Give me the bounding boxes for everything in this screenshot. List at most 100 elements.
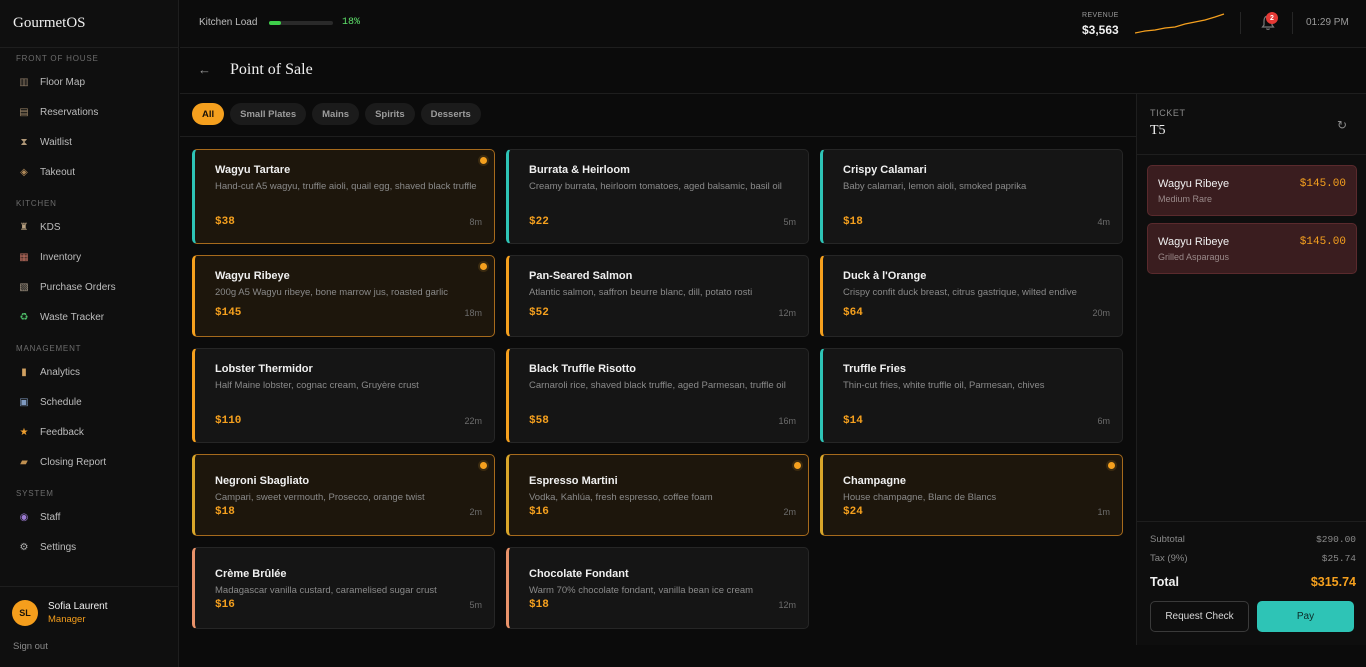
ticket-panel: TICKET T5 ↻ Wagyu Ribeye Medium Rare $145.… xyxy=(1136,94,1366,645)
menu-item-card[interactable]: Pan-Seared Salmon Atlantic salmon, saffro… xyxy=(506,255,809,337)
back-arrow-icon[interactable]: ← xyxy=(198,62,211,77)
sidebar-item-label: KDS xyxy=(40,221,61,233)
sidebar-item-label: Takeout xyxy=(40,166,76,178)
menu-item-card[interactable]: Chocolate Fondant Warm 70% chocolate fond… xyxy=(506,547,809,629)
clipboard-icon: ▤ xyxy=(19,106,29,118)
sidebar-item-label: Floor Map xyxy=(40,76,86,88)
chart-icon: ▮ xyxy=(21,366,27,378)
menu-item-name: Black Truffle Risotto xyxy=(529,363,636,375)
gear-icon: ⚙ xyxy=(19,541,29,553)
in-ticket-indicator-icon xyxy=(480,263,487,270)
menu-item-card[interactable]: Wagyu Tartare Hand-cut A5 wagyu, truffle … xyxy=(192,149,495,244)
sidebar-item-reservations[interactable]: ▤ Reservations xyxy=(0,97,178,127)
menu-item-card[interactable]: Wagyu Ribeye 200g A5 Wagyu ribeye, bone m… xyxy=(192,255,495,337)
ticket-line-item[interactable]: Wagyu Ribeye Medium Rare $145.00 xyxy=(1147,165,1357,216)
sidebar-item-floor-map[interactable]: ▥ Floor Map xyxy=(0,67,178,97)
prep-time: 22m xyxy=(464,416,482,426)
line-item-price: $145.00 xyxy=(1299,178,1346,190)
in-ticket-indicator-icon xyxy=(480,157,487,164)
sidebar-item-takeout[interactable]: ◈ Takeout xyxy=(0,157,178,187)
menu-item-name: Truffle Fries xyxy=(843,363,906,375)
prep-time: 5m xyxy=(783,217,796,227)
request-check-button[interactable]: Request Check xyxy=(1150,601,1249,632)
top-bar: Kitchen Load 18% REVENUE $3,563 2 01:29 … xyxy=(180,0,1366,48)
menu-item-price: $16 xyxy=(529,506,549,518)
prep-time: 5m xyxy=(469,600,482,610)
filter-chip-desserts[interactable]: Desserts xyxy=(420,103,481,125)
sidebar-item-staff[interactable]: ◉ Staff xyxy=(0,502,178,532)
divider xyxy=(1137,521,1366,522)
menu-item-price: $18 xyxy=(529,599,549,611)
menu-item-price: $18 xyxy=(215,506,235,518)
kitchen-load-label: Kitchen Load xyxy=(199,17,258,28)
sidebar-item-feedback[interactable]: ★ Feedback xyxy=(0,417,178,447)
menu-item-card[interactable]: Truffle Fries Thin-cut fries, white truff… xyxy=(820,348,1123,443)
sidebar-item-waitlist[interactable]: ⧗ Waitlist xyxy=(0,127,178,157)
sign-out-link[interactable]: Sign out xyxy=(13,641,48,652)
sidebar-item-closing-report[interactable]: ▰ Closing Report xyxy=(0,447,178,477)
prep-time: 6m xyxy=(1097,416,1110,426)
prep-time: 18m xyxy=(464,308,482,318)
menu-item-card[interactable]: Black Truffle Risotto Carnaroli rice, sha… xyxy=(506,348,809,443)
filter-chip-mains[interactable]: Mains xyxy=(312,103,360,125)
nav-section-label: SYSTEM xyxy=(16,489,54,498)
shelves-icon: ▦ xyxy=(19,251,29,263)
menu-item-card[interactable]: Duck à l'Orange Crispy confit duck breast… xyxy=(820,255,1123,337)
sidebar-item-label: Waste Tracker xyxy=(40,311,105,323)
sidebar-item-analytics[interactable]: ▮ Analytics xyxy=(0,357,178,387)
filter-chip-spirits[interactable]: Spirits xyxy=(365,103,415,125)
calendar-icon: ▣ xyxy=(19,396,29,408)
sidebar-item-label: Closing Report xyxy=(40,456,107,468)
subtotal-label: Subtotal xyxy=(1150,534,1185,545)
prep-time: 4m xyxy=(1097,217,1110,227)
menu-item-price: $58 xyxy=(529,415,549,427)
menu-item-card[interactable]: Negroni Sbagliato Campari, sweet vermouth… xyxy=(192,454,495,536)
nav-section-label: MANAGEMENT xyxy=(16,344,82,353)
divider xyxy=(1137,154,1366,155)
filter-chip-small-plates[interactable]: Small Plates xyxy=(230,103,307,125)
menu-item-description: 200g A5 Wagyu ribeye, bone marrow jus, r… xyxy=(215,287,449,298)
menu-item-price: $14 xyxy=(843,415,863,427)
page-header: ← Point of Sale xyxy=(180,48,1366,94)
nav-section-label: FRONT OF HOUSE xyxy=(16,54,99,63)
menu-item-description: Crispy confit duck breast, citrus gastri… xyxy=(843,287,1077,298)
filter-chip-all[interactable]: All xyxy=(192,103,225,125)
line-item-name: Wagyu Ribeye xyxy=(1158,236,1230,248)
menu-item-card[interactable]: Lobster Thermidor Half Maine lobster, cog… xyxy=(192,348,495,443)
menu-item-card[interactable]: Crème Brûlée Madagascar vanilla custard, … xyxy=(192,547,495,629)
sidebar-item-waste-tracker[interactable]: ♻ Waste Tracker xyxy=(0,302,178,332)
menu-item-name: Pan-Seared Salmon xyxy=(529,270,633,282)
menu-item-description: Baby calamari, lemon aioli, smoked papri… xyxy=(843,181,1027,192)
menu-item-card[interactable]: Crispy Calamari Baby calamari, lemon aiol… xyxy=(820,149,1123,244)
sidebar-item-purchase-orders[interactable]: ▧ Purchase Orders xyxy=(0,272,178,302)
menu-item-card[interactable]: Champagne House champagne, Blanc de Blanc… xyxy=(820,454,1123,536)
divider xyxy=(1292,12,1293,34)
kitchen-load-value: 18% xyxy=(342,17,361,28)
menu-item-card[interactable]: Burrata & Heirloom Creamy burrata, heirlo… xyxy=(506,149,809,244)
divider xyxy=(180,136,1136,137)
avatar[interactable]: SL xyxy=(12,600,38,626)
menu-item-name: Burrata & Heirloom xyxy=(529,164,630,176)
line-item-modifier: Grilled Asparagus xyxy=(1158,252,1230,262)
prep-time: 2m xyxy=(783,507,796,517)
pay-button[interactable]: Pay xyxy=(1257,601,1354,632)
sidebar-item-kds[interactable]: ♜ KDS xyxy=(0,212,178,242)
ticket-label: TICKET xyxy=(1150,108,1186,118)
refresh-icon[interactable]: ↻ xyxy=(1337,118,1347,132)
menu-item-price: $38 xyxy=(215,216,235,228)
in-ticket-indicator-icon xyxy=(794,462,801,469)
sidebar-item-schedule[interactable]: ▣ Schedule xyxy=(0,387,178,417)
ticket-line-item[interactable]: Wagyu Ribeye Grilled Asparagus $145.00 xyxy=(1147,223,1357,274)
sidebar-item-inventory[interactable]: ▦ Inventory xyxy=(0,242,178,272)
menu-item-name: Champagne xyxy=(843,475,906,487)
sidebar: GourmetOS FRONT OF HOUSE ▥ Floor Map ▤ Reser… xyxy=(0,0,179,667)
sidebar-item-settings[interactable]: ⚙ Settings xyxy=(0,532,178,562)
line-item-modifier: Medium Rare xyxy=(1158,194,1213,204)
receipt-icon: ▧ xyxy=(19,281,29,293)
star-icon: ★ xyxy=(19,426,29,438)
menu-item-card[interactable]: Espresso Martini Vodka, Kahlúa, fresh esp… xyxy=(506,454,809,536)
total-value: $315.74 xyxy=(1310,575,1356,589)
sidebar-item-label: Purchase Orders xyxy=(40,281,116,293)
menu-grid: Wagyu Tartare Hand-cut A5 wagyu, truffle … xyxy=(192,149,1123,629)
ticket-id: T5 xyxy=(1150,123,1166,138)
